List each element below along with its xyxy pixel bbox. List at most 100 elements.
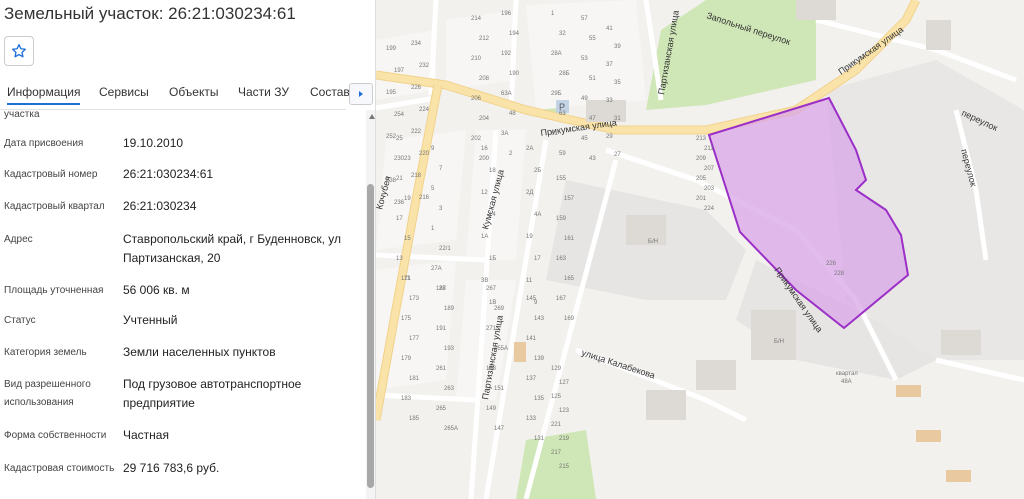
house-number-label: 254	[394, 112, 405, 118]
house-number-label: 175	[401, 316, 412, 322]
house-number-label: 222	[411, 129, 422, 135]
house-number-label: 208	[479, 76, 490, 82]
poi-label: Б/Н	[648, 239, 658, 245]
house-number-label: 17	[396, 216, 403, 222]
house-number-label: 220	[419, 151, 430, 157]
house-number-label: 129	[551, 366, 562, 372]
house-number-label: 181	[409, 376, 420, 382]
poi-label: квартал	[836, 371, 858, 377]
house-number-label: 189	[444, 306, 455, 312]
tab-next-button[interactable]	[349, 83, 373, 105]
house-number-label: 135	[534, 396, 545, 402]
house-number-label: 215	[559, 464, 570, 470]
house-number-label: 265	[436, 406, 447, 412]
house-number-label: 199	[386, 46, 397, 52]
house-number-label: 41	[606, 26, 613, 32]
house-number-label: 61	[551, 131, 558, 137]
house-number-label: 48	[509, 111, 516, 117]
house-number-label: 173	[409, 296, 420, 302]
house-number-label: 157	[564, 196, 575, 202]
house-number-label: 179	[401, 356, 412, 362]
house-number-label: 51	[589, 76, 596, 82]
favorite-button[interactable]	[4, 36, 34, 66]
chevron-right-icon	[359, 91, 363, 97]
house-number-label: 226	[411, 85, 422, 91]
house-number-label: 45	[581, 136, 588, 142]
house-number-label: 63А	[501, 91, 512, 97]
house-number-label: 35	[614, 80, 621, 86]
panel-title: Земельный участок: 26:21:030234:61	[4, 4, 296, 23]
house-number-label: 149	[486, 406, 497, 412]
poi-label: Б/Н	[774, 339, 784, 345]
info-panel: Земельный участок: 26:21:030234:61 Инфор…	[0, 0, 376, 499]
house-number-label: 216	[419, 195, 430, 201]
house-number-label: 1А	[481, 234, 488, 240]
attributes-list: участка Дата присвоения 19.10.2010 Кадас…	[0, 110, 366, 499]
tab-services[interactable]: Сервисы	[99, 85, 149, 99]
map-view[interactable]: Прикумская улица Прикумская улица Прикум…	[376, 0, 1024, 499]
house-number-label: 59	[559, 151, 566, 157]
house-number-label: 211	[704, 146, 714, 152]
house-number-label: 21	[396, 176, 403, 182]
house-number-label: 234	[411, 41, 422, 47]
street-label: улица Калабекова	[580, 347, 656, 380]
house-number-label: 171	[401, 276, 412, 282]
house-number-label: 151	[494, 386, 505, 392]
house-number-label: 12	[481, 190, 488, 196]
house-number-label: 3А	[501, 131, 508, 137]
house-number-label: 19	[404, 196, 411, 202]
house-number-label: 209	[696, 156, 707, 162]
house-number-label: 17	[534, 256, 541, 262]
house-number-label: 28Б	[559, 71, 570, 77]
house-number-label: 224	[419, 107, 430, 113]
house-number-label: 37	[606, 62, 613, 68]
house-number-label: 232	[419, 63, 430, 69]
row-label: Форма собственности	[4, 430, 107, 441]
row-value: Земли населенных пунктов	[123, 345, 276, 359]
tab-composition[interactable]: Состав	[310, 85, 350, 99]
tab-bar: Информация Сервисы Объекты Части ЗУ Сост…	[0, 80, 375, 108]
house-number-label: 224	[704, 206, 715, 212]
house-number-label: 155А	[494, 346, 508, 352]
house-number-label: 193	[444, 346, 455, 352]
house-number-label: 165	[564, 276, 575, 282]
house-number-label: 29	[606, 134, 613, 140]
house-number-label: 185	[409, 416, 420, 422]
tab-parts[interactable]: Части ЗУ	[238, 85, 289, 99]
house-number-label: 228	[834, 271, 845, 277]
house-number-label: 267	[486, 286, 497, 292]
scroll-up-arrow-icon[interactable]	[369, 114, 375, 119]
row-value: 56 006 кв. м	[123, 283, 190, 297]
house-number-label: 206	[471, 96, 482, 102]
row-value: 19.10.2010	[123, 136, 184, 150]
map-canvas[interactable]: Прикумская улица Прикумская улица Прикум…	[376, 0, 1024, 499]
scrollbar-thumb[interactable]	[367, 184, 374, 488]
house-number-label: 203	[704, 186, 715, 192]
poi-label: 48А	[841, 379, 852, 385]
house-number-label: 190	[509, 71, 520, 77]
house-number-label: 159	[556, 216, 567, 222]
house-number-label: 57	[581, 16, 588, 22]
house-number-label: 163	[556, 256, 567, 262]
house-number-label: 265А	[444, 426, 458, 432]
house-number-label: 191	[436, 326, 447, 332]
house-number-label: 29Б	[551, 91, 562, 97]
house-number-label: 194	[509, 31, 520, 37]
house-number-label: 53	[581, 56, 588, 62]
house-number-label: 226	[826, 261, 837, 267]
house-number-label: 213	[696, 136, 707, 142]
tab-information[interactable]: Информация	[7, 85, 81, 105]
house-number-label: 219	[559, 436, 570, 442]
house-number-label: 55	[589, 36, 596, 42]
house-number-label: 4А	[534, 212, 541, 218]
house-number-label: 31	[614, 116, 621, 122]
house-number-label: 263	[444, 386, 455, 392]
house-number-label: 123	[559, 408, 570, 414]
row-value: Частная	[123, 428, 169, 442]
tab-objects[interactable]: Объекты	[169, 85, 219, 99]
house-number-label: 214	[471, 16, 482, 22]
house-number-label: 201	[696, 196, 707, 202]
row-value: Учтенный	[123, 313, 178, 327]
house-number-label: 23	[404, 156, 411, 162]
house-number-label: 14	[489, 212, 496, 218]
